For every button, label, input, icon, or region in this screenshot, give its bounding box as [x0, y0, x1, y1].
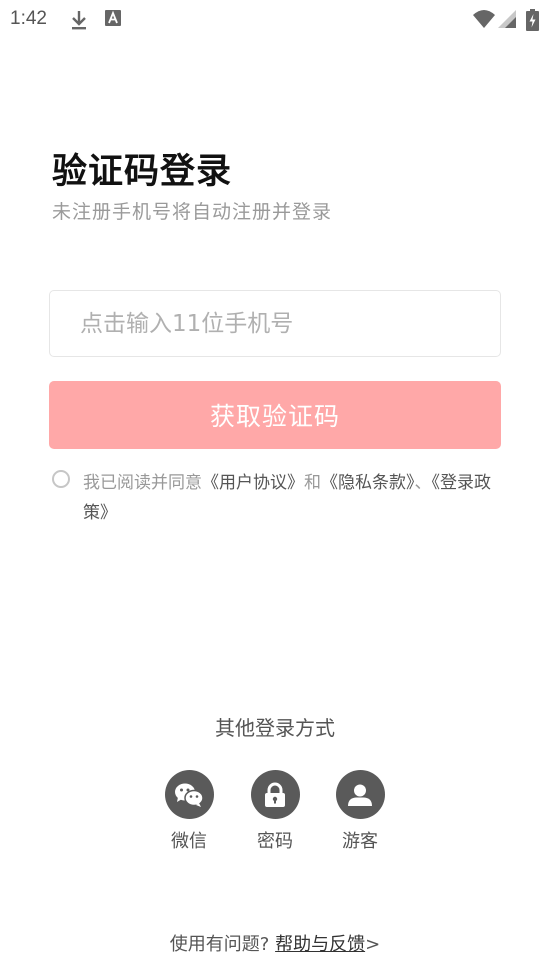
wifi-icon — [472, 9, 496, 33]
wechat-label: 微信 — [171, 831, 207, 852]
user-agreement-link[interactable]: 《用户协议》 — [202, 473, 304, 493]
password-login-button[interactable]: 密码 — [240, 770, 310, 853]
footer-arrow: > — [365, 934, 381, 955]
status-time: 1:42 — [10, 8, 47, 29]
agree-checkbox[interactable] — [52, 470, 70, 488]
page-subtitle: 未注册手机号将自动注册并登录 — [52, 201, 333, 223]
get-code-button[interactable]: 获取验证码 — [49, 381, 501, 449]
wechat-icon — [164, 770, 214, 819]
help-feedback-link[interactable]: 帮助与反馈 — [275, 934, 365, 955]
status-bar: 1:42 — [0, 0, 550, 40]
signal-icon — [497, 9, 517, 33]
lock-icon — [250, 770, 300, 819]
agreement-and: 和 — [304, 473, 321, 493]
guest-label: 游客 — [342, 831, 378, 852]
wechat-login-button[interactable]: 微信 — [154, 770, 224, 853]
user-icon — [335, 770, 385, 819]
text-a-icon — [104, 9, 122, 31]
page-title: 验证码登录 — [52, 152, 233, 192]
guest-login-button[interactable]: 游客 — [325, 770, 395, 853]
agreement-separator: 、 — [414, 473, 432, 493]
battery-charging-icon — [526, 9, 539, 35]
phone-input[interactable] — [49, 290, 501, 357]
footer: 使用有问题? 帮助与反馈> — [0, 930, 550, 956]
download-icon — [69, 9, 89, 35]
password-label: 密码 — [257, 831, 293, 852]
agreement-text: 我已阅读并同意《用户协议》和《隐私条款》、《登录政策》 — [83, 468, 513, 528]
agreement-prefix: 我已阅读并同意 — [83, 473, 202, 493]
login-screen: 1:42 验证码登录 未注册手机号将自动注册并登录 点击输入11位手机号 获取验… — [0, 0, 550, 979]
other-login-title: 其他登录方式 — [215, 716, 335, 740]
footer-question: 使用有问题? — [169, 934, 270, 955]
privacy-terms-link[interactable]: 《隐私条款》 — [321, 473, 415, 493]
